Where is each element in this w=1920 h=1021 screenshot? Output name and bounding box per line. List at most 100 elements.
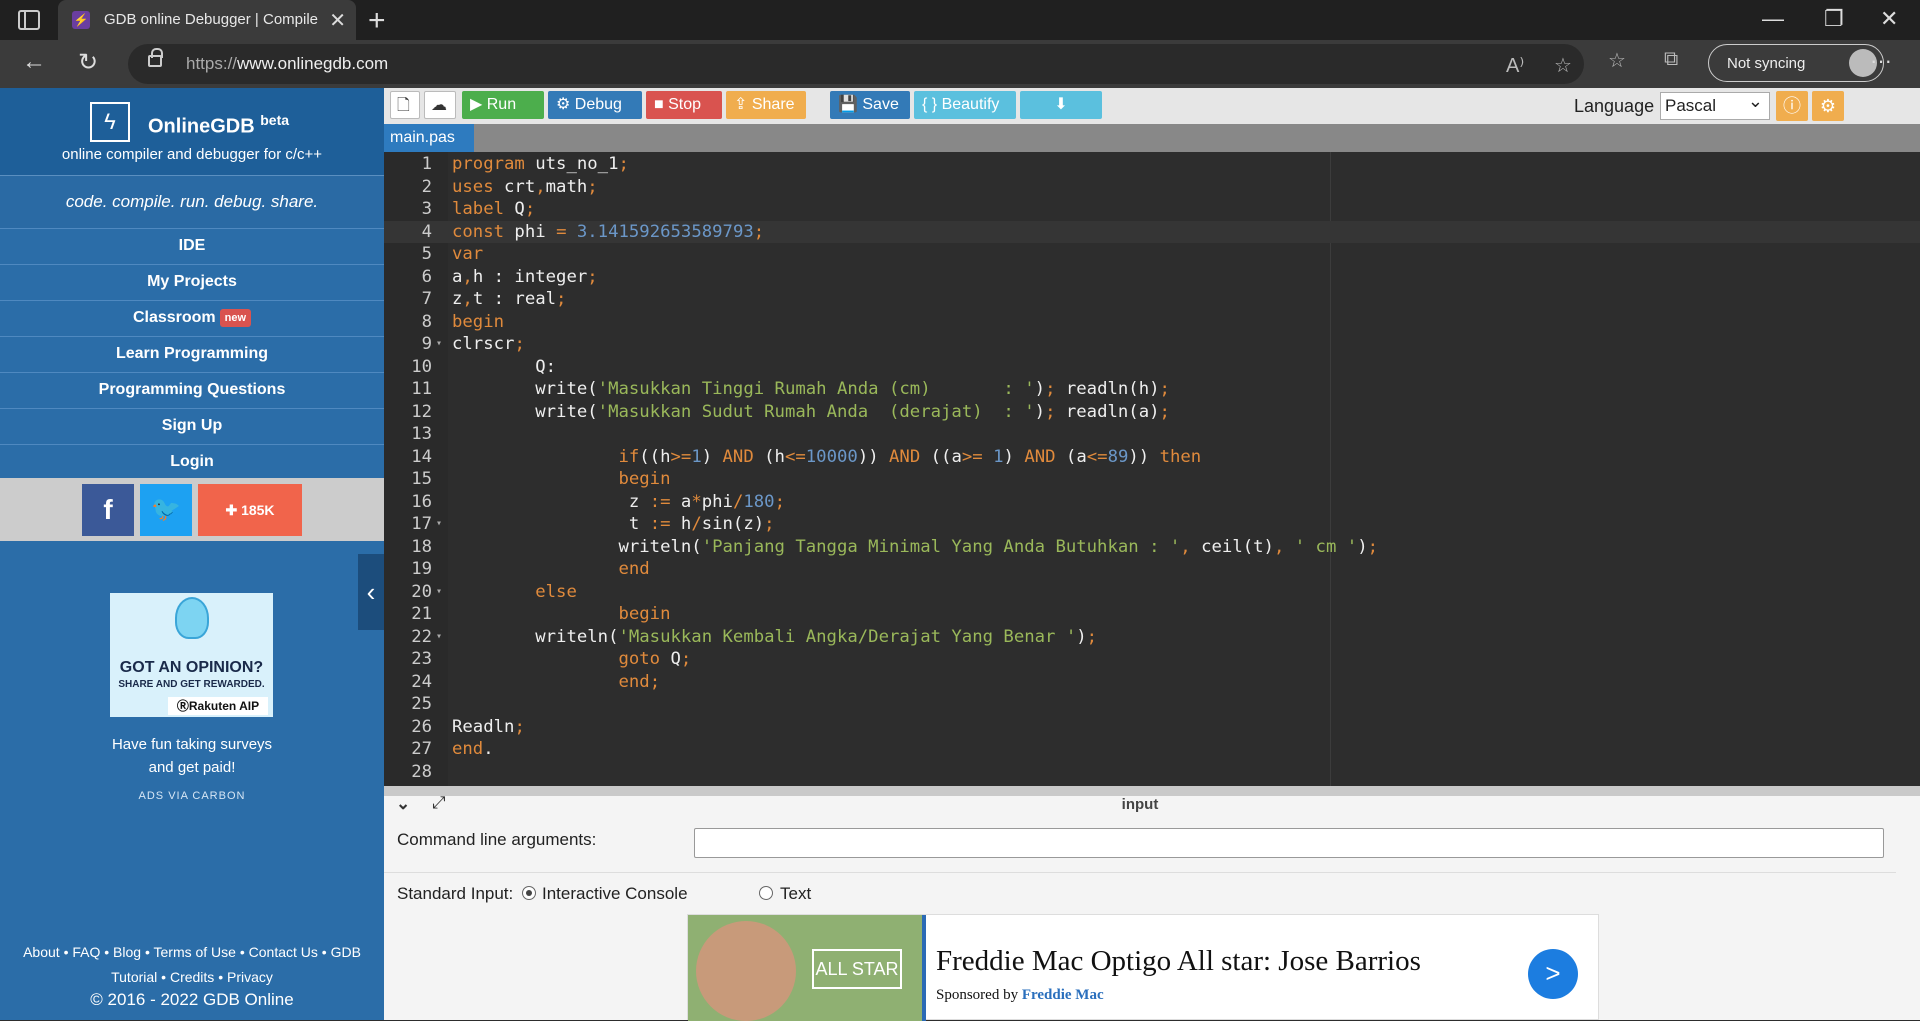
lock-icon[interactable] — [148, 48, 163, 67]
share-count: 185K — [241, 502, 275, 518]
ad-photo: ALL STAR — [688, 915, 922, 1021]
fold-arrow-icon: ▾ — [436, 630, 443, 642]
fold-arrow-icon: ▾ — [436, 338, 443, 349]
ads-via-carbon[interactable]: ADS VIA CARBON — [0, 790, 384, 802]
code-line: 6 a,h : integer; — [421, 266, 598, 287]
code-line: 3 label Q; — [421, 199, 536, 219]
back-icon[interactable]: ← — [22, 48, 46, 76]
new-file-icon[interactable]: 🗋 — [390, 91, 420, 119]
more-icon[interactable]: ··· — [1870, 48, 1892, 74]
fold-arrow-icon: ▾ — [436, 518, 443, 529]
interactive-console-radio[interactable] — [522, 886, 536, 900]
browser-tab-bar: ⚡ GDB online Debugger | Compiler ✕ + — ❐… — [0, 0, 1920, 40]
code-line-active: 4 const phi = 3.141592653589793; — [384, 220, 1920, 243]
code-editor[interactable]: 1 program uts_no_1; 2 uses crt,math; 3 labe… — [384, 152, 1920, 786]
social-share-bar: f 🐦 ✚ 185K — [0, 478, 384, 541]
refresh-icon[interactable]: ↻ — [78, 48, 98, 77]
sidebar-item-my-projects[interactable]: My Projects — [0, 264, 384, 300]
lightbulb-icon — [175, 597, 209, 639]
input-panel: ⌄ ⤢ input Command line arguments: Standa… — [384, 793, 1920, 1021]
ad-go-arrow-icon[interactable]: > — [1528, 949, 1578, 999]
code-line: 24 end; — [411, 671, 661, 692]
profile-button[interactable]: Not syncing — [1708, 44, 1884, 82]
sidebar-item-classroom[interactable]: Classroom new — [0, 300, 384, 336]
code-line: 21 begin — [411, 604, 671, 624]
collapse-sidebar-icon[interactable]: ‹ — [358, 554, 384, 630]
panel-splitter[interactable] — [384, 786, 1920, 796]
text-radio[interactable] — [759, 886, 773, 900]
new-tab-icon[interactable]: + — [368, 4, 386, 38]
sidebar-item-ide[interactable]: IDE — [0, 228, 384, 264]
profile-label: Not syncing — [1727, 55, 1806, 72]
code-line: 15 begin — [411, 469, 671, 489]
cmd-args-input[interactable] — [694, 828, 1884, 858]
code-line: 28 — [411, 761, 432, 782]
language-select[interactable]: Pascal — [1660, 91, 1770, 120]
sidebar-item-login[interactable]: Login — [0, 444, 384, 480]
run-button[interactable]: ▶ Run — [462, 91, 544, 119]
share-count-button[interactable]: ✚ 185K — [198, 484, 302, 536]
minimize-icon[interactable]: — — [1762, 6, 1784, 32]
tab-close-icon[interactable]: ✕ — [329, 8, 346, 33]
footer-links[interactable]: About • FAQ • Blog • Terms of Use • Cont… — [0, 940, 384, 990]
tagline: code. compile. run. debug. share. — [0, 176, 384, 228]
file-tab-bar: main.pas — [384, 124, 1920, 152]
beautify-button[interactable]: { } Beautify — [914, 91, 1016, 119]
url-text: https://www.onlinegdb.com — [186, 54, 389, 73]
add-favorite-icon[interactable]: ☆ — [1554, 53, 1572, 78]
brand-name: OnlineGDB beta — [148, 112, 290, 138]
sidebar-item-sign-up[interactable]: Sign Up — [0, 408, 384, 444]
ide-toolbar: 🗋 ☁ ▶ Run ⚙ Debug ■ Stop ⇪ Share 💾 Save … — [384, 88, 1920, 124]
ad-sponsor: Sponsored by Freddie Mac — [936, 987, 1104, 1003]
code-line: 10 Q: — [411, 356, 557, 377]
code-line: 1 program uts_no_1; — [421, 154, 629, 174]
download-icon[interactable]: ⬇ — [1020, 91, 1102, 119]
stop-button[interactable]: ■ Stop — [646, 91, 722, 119]
read-aloud-icon[interactable]: A⁾ — [1506, 53, 1524, 78]
save-button[interactable]: 💾 Save — [830, 91, 910, 119]
ad-banner-headline[interactable]: Freddie Mac Optigo All star: Jose Barrio… — [936, 945, 1421, 978]
file-tab-main-pas[interactable]: main.pas — [384, 124, 474, 152]
restore-icon[interactable]: ❐ — [1824, 6, 1844, 32]
ad-text[interactable]: Have fun taking surveys and get paid! — [0, 733, 384, 779]
code-line: 19 end — [411, 559, 650, 579]
code-line: 14 if((h>=1) AND (h<=10000)) AND ((a>= 1… — [411, 446, 1202, 467]
ad-brand: ⓇRakuten AIP — [168, 697, 268, 715]
share-button[interactable]: ⇪ Share — [726, 91, 806, 119]
divider — [384, 872, 1896, 873]
tab-actions-icon[interactable] — [18, 10, 40, 30]
upload-icon[interactable]: ☁ — [424, 91, 456, 119]
all-star-badge: ALL STAR — [812, 949, 902, 989]
code-line: 27 end. — [411, 739, 494, 759]
browser-tab[interactable]: ⚡ GDB online Debugger | Compiler ✕ — [58, 0, 356, 40]
sidebar: ϟ OnlineGDB beta online compiler and deb… — [0, 88, 384, 1020]
person-photo — [696, 921, 796, 1021]
url-field[interactable]: https://www.onlinegdb.com A⁾ ☆ — [128, 44, 1584, 84]
settings-gear-icon[interactable]: ⚙ — [1812, 91, 1844, 121]
code-line: 23 goto Q; — [411, 649, 692, 669]
ad-subline: SHARE AND GET REWARDED. — [118, 679, 265, 690]
debug-button[interactable]: ⚙ Debug — [548, 91, 642, 119]
favorites-icon[interactable]: ☆ — [1608, 48, 1626, 73]
collections-icon[interactable]: ⧉ — [1664, 48, 1678, 71]
text-label[interactable]: Text — [780, 884, 811, 904]
address-bar-row: ← ↻ https://www.onlinegdb.com A⁾ ☆ ☆ ⧉ N… — [0, 40, 1920, 88]
ad-stripe — [922, 915, 926, 1021]
code-line: 22 ▾ writeln('Masukkan Kembali Angka/Dera… — [411, 626, 1098, 647]
new-badge: new — [219, 308, 252, 327]
facebook-icon[interactable]: f — [82, 484, 134, 536]
code-line: 13 — [411, 424, 432, 444]
code-line: 17 ▾ t := h/sin(z); — [411, 514, 775, 534]
ad-image[interactable]: GOT AN OPINION? SHARE AND GET REWARDED. … — [110, 593, 273, 717]
interactive-console-label[interactable]: Interactive Console — [542, 884, 688, 904]
info-icon[interactable]: ⓘ — [1776, 91, 1808, 121]
twitter-icon[interactable]: 🐦 — [140, 484, 192, 536]
code-line: 16 z := a*phi/180; — [411, 491, 785, 512]
sidebar-item-programming-questions[interactable]: Programming Questions — [0, 372, 384, 408]
close-window-icon[interactable]: ✕ — [1880, 6, 1898, 32]
code-line: 5 var — [421, 244, 484, 264]
panel-header: ⌄ ⤢ input — [384, 793, 1920, 814]
ad-banner[interactable]: ALL STAR Freddie Mac Optigo All star: Jo… — [687, 914, 1599, 1021]
sidebar-item-learn-programming[interactable]: Learn Programming — [0, 336, 384, 372]
brand-header[interactable]: ϟ OnlineGDB beta online compiler and deb… — [0, 88, 384, 176]
